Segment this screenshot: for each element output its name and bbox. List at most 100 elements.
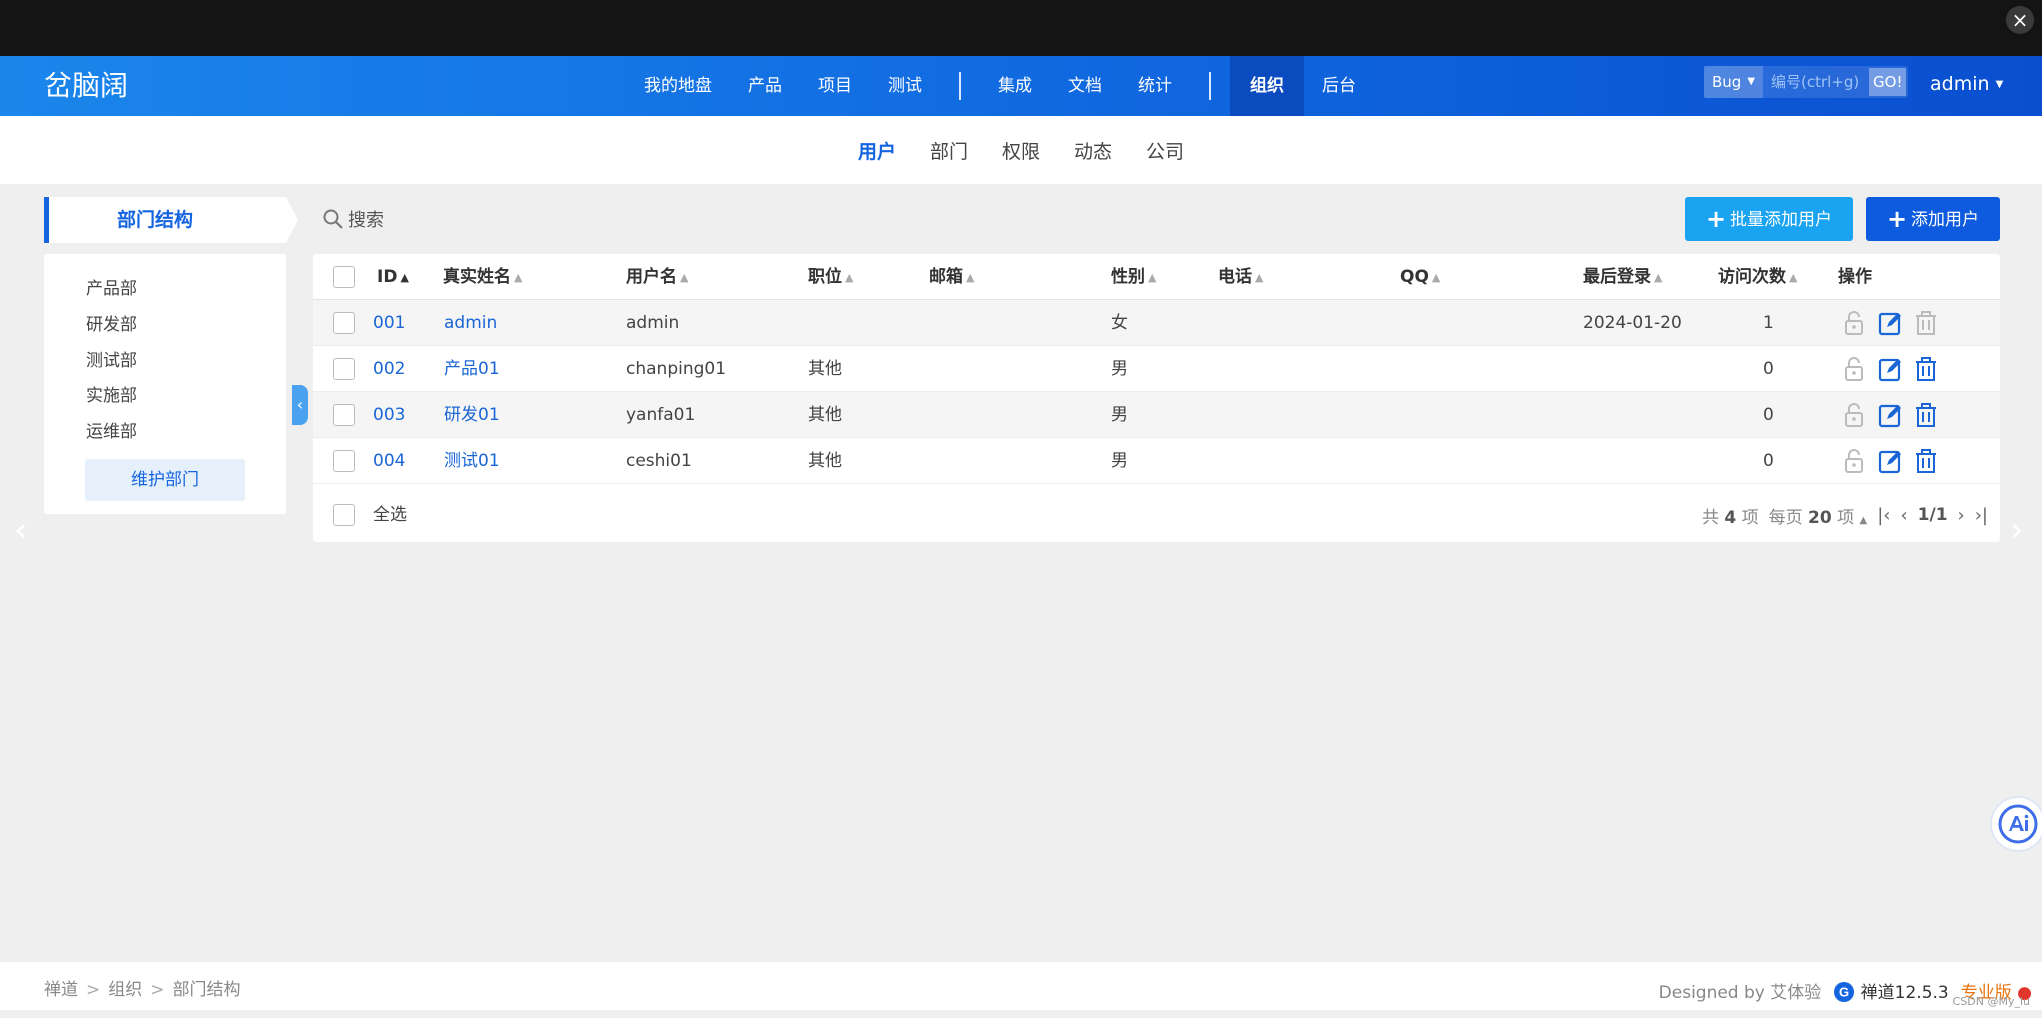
col-visits-label: 访问次数 bbox=[1718, 267, 1786, 287]
col-phone[interactable]: 电话 ▲ bbox=[1218, 254, 1263, 301]
col-email[interactable]: 邮箱 ▲ bbox=[929, 254, 974, 301]
tab-permissions[interactable]: 权限 bbox=[985, 137, 1057, 164]
row-actions bbox=[1841, 401, 1939, 429]
nav-doc[interactable]: 文档 bbox=[1050, 56, 1120, 116]
row-checkbox[interactable] bbox=[333, 312, 355, 334]
caret-down-icon: ▼ bbox=[1747, 76, 1756, 87]
caret-down-icon: ▼ bbox=[1995, 79, 2004, 90]
batch-add-user-button[interactable]: + 批量添加用户 bbox=[1685, 197, 1853, 241]
breadcrumb-org[interactable]: 组织 bbox=[108, 980, 142, 1000]
lock-icon[interactable] bbox=[1841, 401, 1867, 429]
close-icon[interactable]: × bbox=[2006, 6, 2034, 34]
cell-visits: 0 bbox=[1763, 359, 1774, 379]
cell-id[interactable]: 004 bbox=[373, 438, 405, 484]
row-actions bbox=[1841, 447, 1939, 475]
last-page-icon[interactable]: ›| bbox=[1975, 505, 1988, 526]
title-arrow bbox=[286, 197, 298, 243]
table-row: 004 测试01 ceshi01 其他 男 0 bbox=[313, 438, 2000, 484]
row-checkbox[interactable] bbox=[333, 404, 355, 426]
nav-product[interactable]: 产品 bbox=[730, 56, 800, 116]
ai-assistant-button[interactable] bbox=[1990, 796, 2042, 852]
edit-icon[interactable] bbox=[1877, 447, 1903, 475]
lock-icon[interactable] bbox=[1841, 309, 1867, 337]
cell-id[interactable]: 002 bbox=[373, 346, 405, 392]
search-id-input[interactable]: 编号(ctrl+g) bbox=[1763, 66, 1869, 98]
sidebar-item-impl-dept[interactable]: 实施部 bbox=[86, 381, 137, 406]
col-qq[interactable]: QQ ▲ bbox=[1400, 254, 1440, 301]
col-gender-label: 性别 bbox=[1111, 267, 1145, 287]
maintain-dept-button[interactable]: 维护部门 bbox=[85, 459, 245, 501]
delete-icon[interactable] bbox=[1913, 309, 1939, 337]
delete-icon[interactable] bbox=[1913, 401, 1939, 429]
add-user-button[interactable]: + 添加用户 bbox=[1866, 197, 2000, 241]
tab-departments[interactable]: 部门 bbox=[913, 137, 985, 164]
sidebar-item-dev-dept[interactable]: 研发部 bbox=[86, 310, 137, 335]
nav-project[interactable]: 项目 bbox=[800, 56, 870, 116]
sort-icon: ▲ bbox=[1654, 271, 1663, 284]
cell-realname[interactable]: 产品01 bbox=[444, 346, 500, 392]
edit-icon[interactable] bbox=[1877, 401, 1903, 429]
delete-icon[interactable] bbox=[1913, 355, 1939, 383]
collapse-sidebar-icon[interactable]: ‹ bbox=[292, 385, 308, 425]
edit-icon[interactable] bbox=[1877, 355, 1903, 383]
cell-id[interactable]: 003 bbox=[373, 392, 405, 438]
row-checkbox[interactable] bbox=[333, 450, 355, 472]
edit-icon[interactable] bbox=[1877, 309, 1903, 337]
lock-icon[interactable] bbox=[1841, 447, 1867, 475]
lock-icon[interactable] bbox=[1841, 355, 1867, 383]
browser-top-bar: × bbox=[0, 0, 2042, 56]
sort-icon: ▲ bbox=[1789, 271, 1798, 284]
col-role[interactable]: 职位 ▲ bbox=[808, 254, 853, 301]
col-username[interactable]: 用户名 ▲ bbox=[626, 254, 688, 301]
nav-integration[interactable]: 集成 bbox=[980, 56, 1050, 116]
col-realname[interactable]: 真实姓名 ▲ bbox=[443, 254, 522, 301]
breadcrumb-separator: > bbox=[150, 980, 165, 1000]
first-page-icon[interactable]: |‹ bbox=[1877, 505, 1890, 526]
header-checkbox[interactable] bbox=[333, 266, 355, 288]
col-visits[interactable]: 访问次数 ▲ bbox=[1718, 254, 1797, 301]
col-id[interactable]: ID ▲ bbox=[377, 254, 409, 301]
col-gender[interactable]: 性别 ▲ bbox=[1111, 254, 1156, 301]
tab-users[interactable]: 用户 bbox=[841, 137, 913, 164]
tab-company[interactable]: 公司 bbox=[1129, 137, 1201, 164]
sidebar-title-text: 部门结构 bbox=[117, 209, 194, 231]
cell-role: 其他 bbox=[808, 405, 842, 425]
nav-stats[interactable]: 统计 bbox=[1120, 56, 1190, 116]
version-link[interactable]: G 禅道12.5.3 bbox=[1833, 978, 1949, 1003]
cell-id[interactable]: 001 bbox=[373, 300, 405, 346]
select-all-checkbox[interactable] bbox=[333, 504, 355, 526]
user-menu[interactable]: admin ▼ bbox=[1930, 70, 2003, 99]
nav-org[interactable]: 组织 bbox=[1230, 56, 1304, 116]
user-name: admin bbox=[1930, 73, 1990, 95]
search-label: 搜索 bbox=[348, 210, 384, 231]
sidebar-item-product-dept[interactable]: 产品部 bbox=[86, 274, 137, 299]
col-last-login[interactable]: 最后登录 ▲ bbox=[1583, 254, 1662, 301]
nav-test[interactable]: 测试 bbox=[870, 56, 940, 116]
sort-icon: ▲ bbox=[1431, 271, 1441, 284]
select-all-label[interactable]: 全选 bbox=[373, 488, 407, 542]
pager-per-page[interactable]: 每页 20 项 ▲ bbox=[1769, 503, 1868, 528]
tab-activity[interactable]: 动态 bbox=[1057, 137, 1129, 164]
row-checkbox[interactable] bbox=[333, 358, 355, 380]
search-go-button[interactable]: GO! bbox=[1869, 68, 1907, 96]
designed-by[interactable]: Designed by 艾体验 bbox=[1659, 978, 1822, 1003]
nav-admin[interactable]: 后台 bbox=[1304, 56, 1374, 116]
cell-realname[interactable]: admin bbox=[444, 300, 497, 346]
delete-icon[interactable] bbox=[1913, 447, 1939, 475]
brand-logo[interactable]: 岔脑阔 bbox=[44, 66, 128, 106]
cell-realname[interactable]: 测试01 bbox=[444, 438, 500, 484]
cell-last-login: 2024-01-20 bbox=[1583, 313, 1682, 333]
breadcrumb-home[interactable]: 禅道 bbox=[44, 980, 78, 1000]
col-actions-label: 操作 bbox=[1838, 267, 1872, 287]
chevron-left-icon[interactable]: ‹ bbox=[14, 510, 28, 550]
nav-my[interactable]: 我的地盘 bbox=[626, 56, 730, 116]
department-tree: 产品部 研发部 测试部 实施部 运维部 维护部门 bbox=[44, 254, 286, 514]
chevron-right-icon[interactable]: › bbox=[2010, 510, 2024, 550]
sidebar-item-ops-dept[interactable]: 运维部 bbox=[86, 417, 137, 442]
search-toggle[interactable]: 搜索 bbox=[322, 206, 384, 232]
next-page-icon[interactable]: › bbox=[1958, 505, 1965, 526]
cell-realname[interactable]: 研发01 bbox=[444, 392, 500, 438]
sidebar-item-test-dept[interactable]: 测试部 bbox=[86, 346, 137, 371]
prev-page-icon[interactable]: ‹ bbox=[1900, 505, 1907, 526]
search-type-select[interactable]: Bug ▼ bbox=[1704, 66, 1764, 98]
